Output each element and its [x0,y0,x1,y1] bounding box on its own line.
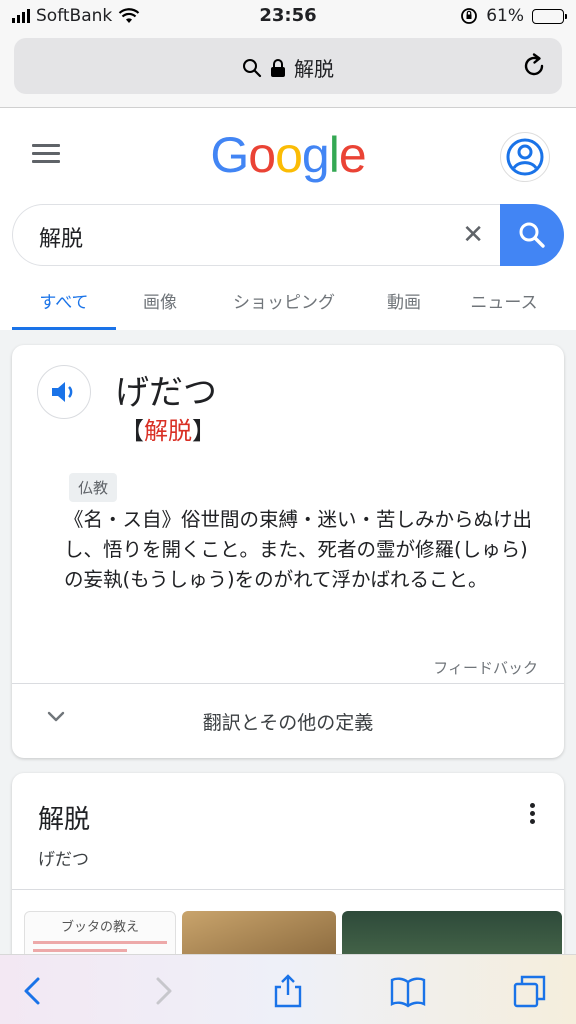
headword-kanji: 解脱 [144,417,192,445]
more-definitions-button[interactable]: 翻訳とその他の定義 [12,684,564,758]
tabs-icon[interactable] [512,973,548,1009]
lock-icon [271,58,285,77]
battery-icon [532,8,567,24]
search-input[interactable]: 解脱 ✕ [12,204,502,266]
tab-images[interactable]: 画像 [116,282,204,330]
category-tag: 仏教 [69,473,118,502]
logo-letter: G [210,127,249,183]
logo-letter: l [328,127,340,183]
dictionary-card: げだつ 【解脱】 仏教 《名・ス自》俗世間の束縛・迷い・苦しみからぬけ出し、悟り… [12,345,564,758]
pronunciation-button[interactable] [37,365,91,419]
status-right: 61% [460,6,567,26]
address-bar[interactable]: 解脱 [14,38,562,94]
bracket-close: 】 [192,417,216,445]
browser-toolbar [0,954,576,1024]
definition-text: 《名・ス自》俗世間の束縛・迷い・苦しみからぬけ出し、悟りを開くこと。また、死者の… [64,508,533,591]
account-button[interactable] [500,132,550,182]
search-icon [519,222,545,248]
tab-videos[interactable]: 動画 [364,282,444,330]
orientation-lock-icon [461,8,478,24]
headword: 【解脱】 [120,411,216,446]
google-logo[interactable]: Google [0,126,576,184]
speaker-icon [52,382,73,402]
search-tabs: すべて 画像 ショッピング 動画 ニュース [12,282,564,330]
reload-icon[interactable] [520,52,548,80]
battery-percent: 61% [486,6,524,26]
search-bar: 解脱 ✕ [12,204,564,266]
bracket-open: 【 [120,417,144,445]
divider [12,889,564,890]
search-button[interactable] [500,204,564,266]
kp-subtitle: げだつ [38,850,89,870]
feedback-link[interactable]: フィードバック [433,657,538,678]
status-bar: SoftBank 23:56 61% [0,0,576,32]
logo-letter: o [275,127,303,183]
logo-letter: e [338,127,367,183]
more-options-icon[interactable] [530,803,536,827]
browser-address-area: 解脱 [0,32,576,108]
tab-news[interactable]: ニュース [444,282,564,330]
kp-title: 解脱 [38,805,91,835]
address-query: 解脱 [294,57,334,81]
more-definitions-label: 翻訳とその他の定義 [202,712,374,734]
thumbnail-title: ブッタの教え [60,920,139,935]
back-icon[interactable] [16,973,52,1009]
tab-all[interactable]: すべて [12,282,116,330]
account-icon [506,138,544,176]
logo-letter: o [248,127,276,183]
tab-shopping[interactable]: ショッピング [204,282,364,330]
google-header: Google 解脱 ✕ すべて 画像 ショッピング 動画 ニュース [0,108,576,330]
share-icon[interactable] [270,973,306,1009]
logo-letter: g [301,127,330,183]
reading: げだつ [115,373,217,413]
address-content: 解脱 [14,53,562,82]
search-query: 解脱 [39,227,84,252]
clear-icon[interactable]: ✕ [462,222,484,248]
bookmarks-icon[interactable] [390,973,426,1009]
forward-icon[interactable] [144,973,180,1009]
search-icon [243,58,262,77]
